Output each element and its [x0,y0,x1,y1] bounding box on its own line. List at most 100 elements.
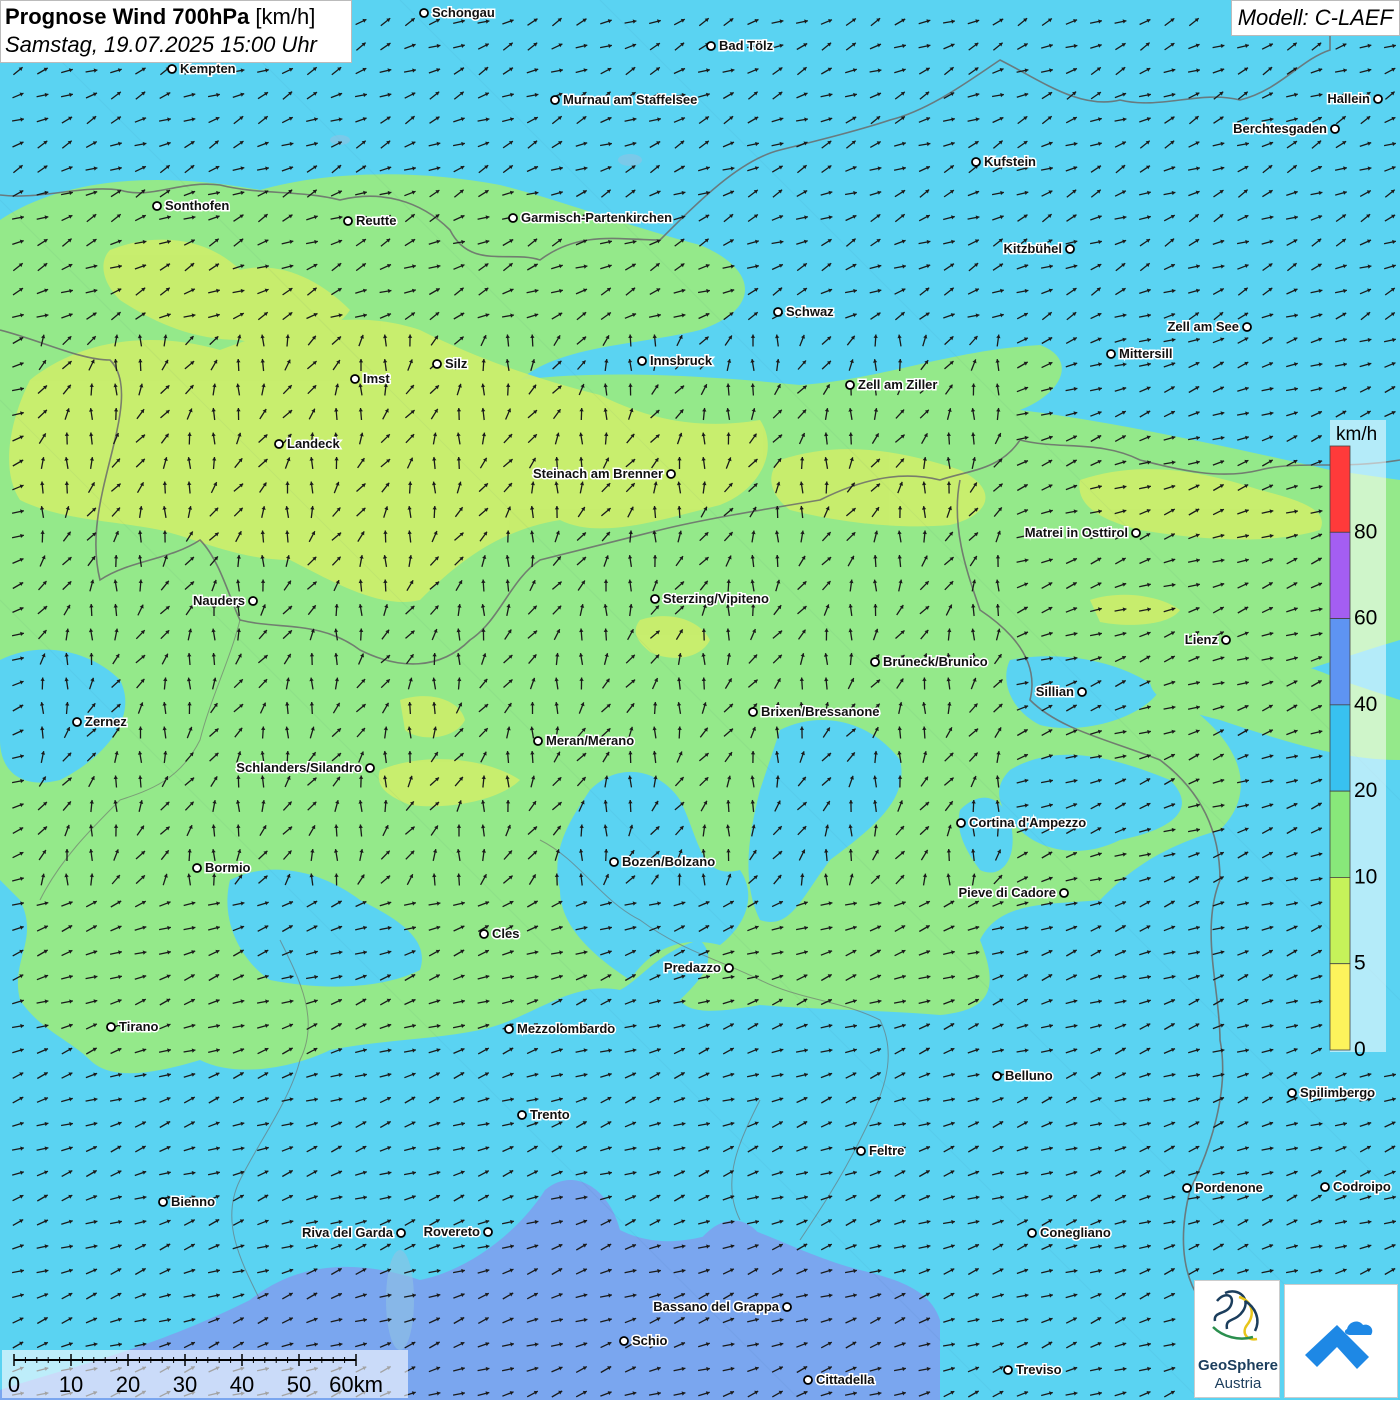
city-label: Zell am Ziller [858,377,937,392]
city-label: Mezzolombardo [517,1021,615,1036]
scale-tick-label: 50 [287,1372,311,1397]
city-label: Codroipo [1333,1179,1391,1194]
city-dot [667,470,675,478]
city-label: Zernez [85,714,127,729]
city-dot [107,1023,115,1031]
legend-panel [1330,420,1386,1052]
city-label: Kempten [180,61,236,76]
city-dot [1060,889,1068,897]
city-marker[interactable]: Mezzolombardo [505,1021,615,1036]
city-marker[interactable]: Garmisch-Partenkirchen [509,210,672,225]
city-label: Matrei in Osttirol [1025,525,1128,540]
title-text: Prognose Wind 700hPa [5,4,249,29]
app-logo-icon [1285,1285,1397,1397]
city-label: Bozen/Bolzano [622,854,715,869]
city-dot [1222,636,1230,644]
city-dot [638,357,646,365]
city-label: Sillian [1036,684,1074,699]
city-label: Belluno [1005,1068,1053,1083]
city-marker[interactable]: Sonthofen [153,198,229,213]
city-marker[interactable]: Innsbruck [638,353,713,368]
city-marker[interactable]: Schlanders/Silandro [236,760,374,775]
city-marker[interactable]: Pieve di Cadore [958,885,1068,900]
city-dot [857,1147,865,1155]
city-marker[interactable]: Brixen/Bressanone [749,704,880,719]
city-dot [534,737,542,745]
city-label: Spilimbergo [1300,1085,1375,1100]
city-marker[interactable]: Steinach am Brenner [533,466,675,481]
city-marker[interactable]: Schongau [420,5,495,20]
city-marker[interactable]: Bruneck/Brunico [871,654,988,669]
city-label: Hallein [1327,91,1370,106]
city-dot [351,375,359,383]
city-marker[interactable]: Bozen/Bolzano [610,854,715,869]
city-dot [725,964,733,972]
city-dot [707,42,715,50]
city-marker[interactable]: Matrei in Osttirol [1025,525,1140,540]
city-marker[interactable]: Zell am See [1167,319,1251,334]
lake-1 [618,154,642,166]
city-marker[interactable]: Spilimbergo [1288,1085,1375,1100]
city-label: Bormio [205,860,251,875]
city-dot [1078,688,1086,696]
forecast-time: Samstag, 19.07.2025 15:00 Uhr [5,32,347,58]
scale-tick-label: 20 [116,1372,140,1397]
city-label: Bienno [171,1194,215,1209]
city-label: Bruneck/Brunico [883,654,988,669]
city-dot [1107,350,1115,358]
city-dot [620,1337,628,1345]
wind-forecast-map[interactable]: SchongauBad TölzKemptenMurnau am Staffel… [0,0,1400,1400]
city-label: Pieve di Cadore [958,885,1056,900]
city-dot [1374,95,1382,103]
city-dot [518,1111,526,1119]
city-dot [73,718,81,726]
geosphere-logo[interactable]: GeoSphere Austria [1194,1280,1280,1398]
city-label: Riva del Garda [302,1225,394,1240]
city-dot [1066,245,1074,253]
city-dot [551,96,559,104]
city-label: Tirano [119,1019,159,1034]
city-dot [1132,529,1140,537]
scale-bar: 0102030405060km [2,1350,408,1398]
city-marker[interactable]: Pordenone [1183,1180,1263,1195]
city-dot [871,658,879,666]
city-label: Rovereto [424,1224,480,1239]
city-dot [249,597,257,605]
city-marker[interactable]: Meran/Merano [534,733,634,748]
city-dot [1288,1089,1296,1097]
app-logo[interactable] [1284,1284,1398,1398]
city-marker[interactable]: Conegliano [1028,1225,1111,1240]
city-label: Cittadella [816,1372,875,1387]
city-label: Brixen/Bressanone [761,704,880,719]
legend-unit: km/h [1336,424,1377,446]
city-dot [366,764,374,772]
scale-bar-ticks: 0102030405060km [8,1354,383,1397]
scale-tick-label: 10 [59,1372,83,1397]
geosphere-logo-icon [1195,1281,1281,1357]
city-dot [1243,323,1251,331]
city-dot [1004,1366,1012,1374]
city-marker[interactable]: Murnau am Staffelsee [551,92,697,107]
city-dot [774,308,782,316]
page-title: Prognose Wind 700hPa [km/h] [5,4,347,30]
city-label: Pordenone [1195,1180,1263,1195]
city-dot [1321,1183,1329,1191]
city-marker[interactable]: Bassano del Grappa [653,1299,791,1314]
city-label: Predazzo [664,960,721,975]
city-dot [509,214,517,222]
city-label: Meran/Merano [546,733,634,748]
city-marker[interactable]: Cortina d'Ampezzo [957,815,1086,830]
city-dot [846,381,854,389]
scale-tick-label: 40 [230,1372,254,1397]
city-marker[interactable]: Berchtesgaden [1233,121,1339,136]
city-label: Steinach am Brenner [533,466,663,481]
city-marker[interactable]: Riva del Garda [302,1225,405,1240]
city-label: Schio [632,1333,667,1348]
city-dot [484,1228,492,1236]
city-marker[interactable]: Zell am Ziller [846,377,937,392]
city-dot [1183,1184,1191,1192]
city-label: Trento [530,1107,570,1122]
city-dot [480,930,488,938]
city-marker[interactable]: Sterzing/Vipiteno [651,591,769,606]
city-dot [783,1303,791,1311]
